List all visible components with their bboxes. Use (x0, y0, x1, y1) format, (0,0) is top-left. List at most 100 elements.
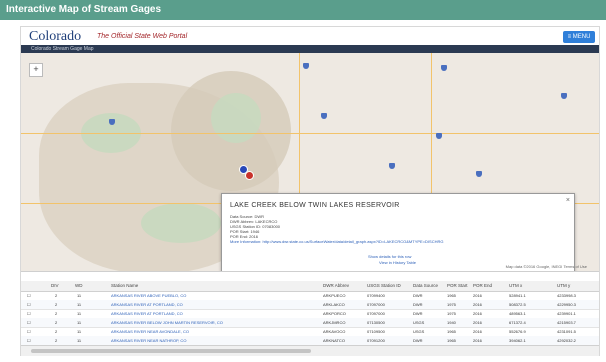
popup-more-info-link[interactable]: More Information: http://www.dwr.state.c… (230, 239, 566, 244)
cell-utm-x: 394062.1 (509, 338, 526, 343)
cell-por-start: 1965 (447, 293, 456, 298)
forest-area (141, 203, 221, 243)
show-details-link[interactable]: Show details for this row (368, 254, 411, 259)
cell-por-end: 2016 (473, 329, 482, 334)
cell-station-name[interactable]: ARKANSAS RIVER NEAR NATHROP, CO (111, 338, 186, 343)
cell-dwr-abbrev: ARKLAKCO (323, 302, 345, 307)
cell-dwr-abbrev: ARKJMRCO (323, 320, 346, 325)
cell-wd: 11 (77, 293, 82, 298)
highway-shield-icon (436, 133, 442, 139)
cell-data-source: USGS (413, 320, 425, 325)
cell-por-start: 1965 (447, 329, 456, 334)
map-view[interactable]: + LAKE CREEK BELOW TWIN LAKES RESERVOIR … (21, 53, 599, 271)
cell-usgs-id: 07099400 (367, 293, 385, 298)
cell-utm-y: 4231091.5 (557, 329, 576, 334)
cell-utm-y: 4239901.1 (557, 311, 576, 316)
highway-line (21, 133, 599, 134)
cell-dwr-abbrev: ARKNATCO (323, 338, 345, 343)
row-checkbox[interactable]: ☐ (27, 338, 31, 343)
cell-utm-y: 4215903.7 (557, 320, 576, 325)
app-title: Interactive Map of Stream Gages (6, 4, 162, 15)
row-checkbox[interactable]: ☐ (27, 302, 31, 307)
site-header: Colorado The Official State Web Portal ≡… (21, 27, 599, 45)
cell-utm-y: 4233998.3 (557, 293, 576, 298)
menu-button[interactable]: ≡ MENU (563, 31, 595, 43)
cell-usgs-id: 07097000 (367, 302, 385, 307)
row-checkbox[interactable]: ☐ (27, 329, 31, 334)
row-checkbox[interactable]: ☐ (27, 320, 31, 325)
cell-dwr-abbrev: ARKPORCO (323, 311, 346, 316)
cell-por-end: 2016 (473, 302, 482, 307)
cell-por-start: 1975 (447, 311, 456, 316)
cell-wd: 11 (77, 302, 82, 307)
cell-por-start: 1975 (447, 302, 456, 307)
row-checkbox[interactable]: ☐ (27, 311, 31, 316)
column-header[interactable]: Data Source (413, 283, 438, 288)
column-header[interactable]: UTM y (557, 283, 570, 288)
cell-utm-x: 671372.4 (509, 320, 526, 325)
row-checkbox[interactable]: ☐ (27, 293, 31, 298)
cell-usgs-id: 07097000 (367, 311, 385, 316)
cell-por-start: 1965 (447, 338, 456, 343)
cell-data-source: DWR (413, 311, 423, 316)
column-header[interactable]: POR Start (447, 283, 468, 288)
cell-station-name[interactable]: ARKANSAS RIVER AT PORTLAND, CO (111, 302, 183, 307)
cell-dwr-abbrev: ARKPUECO (323, 293, 346, 298)
brand-tagline: The Official State Web Portal (97, 33, 188, 40)
cell-station-name[interactable]: ARKANSAS RIVER BELOW JOHN MARTIN RESERVO… (111, 320, 223, 325)
cell-utm-x: 508372.5 (509, 302, 526, 307)
column-header[interactable]: USGS Station ID (367, 283, 401, 288)
cell-wd: 11 (77, 329, 82, 334)
column-header[interactable]: WD (75, 283, 83, 288)
page-content: Colorado The Official State Web Portal ≡… (20, 26, 600, 356)
column-header[interactable]: POR End (473, 283, 492, 288)
cell-por-start: 1940 (447, 320, 456, 325)
brand-logo[interactable]: Colorado (29, 29, 81, 45)
app-title-bar: Interactive Map of Stream Gages (0, 0, 606, 20)
map-panel-header: Colorado Stream Gage Map (21, 45, 599, 53)
cell-div: 2 (55, 311, 58, 316)
cell-wd: 11 (77, 338, 82, 343)
gage-info-popup: LAKE CREEK BELOW TWIN LAKES RESERVOIR × … (221, 193, 575, 271)
popup-title: LAKE CREEK BELOW TWIN LAKES RESERVOIR (230, 202, 400, 209)
column-header[interactable]: Station Name (111, 283, 138, 288)
cell-utm-x: 552676.9 (509, 329, 526, 334)
cell-div: 2 (55, 338, 58, 343)
cell-usgs-id: 07109500 (367, 329, 385, 334)
zoom-in-button[interactable]: + (29, 63, 43, 77)
cell-station-name[interactable]: ARKANSAS RIVER ABOVE PUEBLO, CO (111, 293, 186, 298)
cell-wd: 11 (77, 320, 82, 325)
cell-data-source: DWR (413, 293, 423, 298)
highway-shield-icon (389, 163, 395, 169)
cell-utm-x: 528941.1 (509, 293, 526, 298)
cell-utm-y: 4229950.3 (557, 302, 576, 307)
highway-shield-icon (321, 113, 327, 119)
column-header[interactable]: DWR Abbrev (323, 283, 349, 288)
cell-dwr-abbrev: ARKAVOCO (323, 329, 346, 334)
cell-data-source: DWR (413, 302, 423, 307)
gage-marker-selected-icon[interactable] (245, 171, 254, 180)
scrollbar-thumb[interactable] (31, 349, 311, 353)
cell-usgs-id: 07130500 (367, 320, 385, 325)
table-horizontal-scrollbar[interactable] (21, 345, 599, 356)
cell-station-name[interactable]: ARKANSAS RIVER NEAR AVONDALE, CO (111, 329, 189, 334)
cell-utm-y: 4292032.2 (557, 338, 576, 343)
column-header[interactable]: DIV (51, 283, 59, 288)
highway-shield-icon (303, 63, 309, 69)
cell-station-name[interactable]: ARKANSAS RIVER AT PORTLAND, CO (111, 311, 183, 316)
highway-shield-icon (109, 119, 115, 125)
cell-div: 2 (55, 293, 58, 298)
highway-shield-icon (561, 93, 567, 99)
cell-wd: 11 (77, 311, 82, 316)
cell-usgs-id: 07091200 (367, 338, 385, 343)
highway-shield-icon (441, 65, 447, 71)
cell-por-end: 2016 (473, 311, 482, 316)
cell-data-source: USGS (413, 329, 425, 334)
history-table-link[interactable]: View in History Table (379, 260, 416, 265)
map-attribution: Map data ©2016 Google, INEGI Terms of Us… (505, 264, 587, 269)
cell-div: 2 (55, 320, 58, 325)
cell-por-end: 2016 (473, 293, 482, 298)
cell-utm-x: 489563.1 (509, 311, 526, 316)
column-header[interactable]: UTM x (509, 283, 522, 288)
popup-close-icon[interactable]: × (566, 197, 570, 204)
